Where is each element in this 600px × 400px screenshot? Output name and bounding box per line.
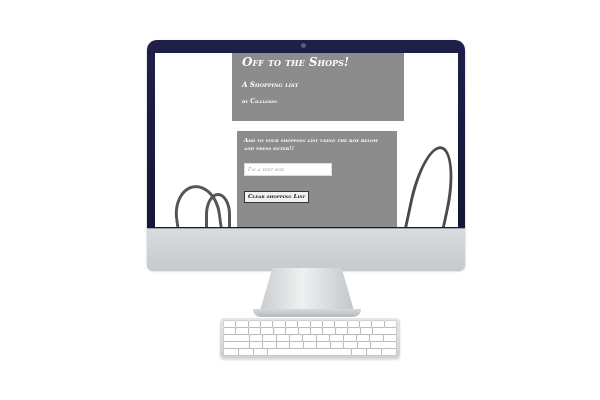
page-header: Off to the Shops! A Shopping list by Cil…	[232, 53, 404, 121]
browser-viewport: Off to the Shops! A Shopping list by Cil…	[155, 53, 458, 227]
keyboard-row	[224, 321, 397, 327]
page-title: Off to the Shops!	[242, 55, 350, 69]
monitor-stand-base	[253, 309, 361, 317]
shopping-bag-handle-icon	[396, 142, 458, 227]
keyboard-row	[224, 342, 397, 348]
keyboard-row	[224, 349, 396, 355]
keyboard-row	[224, 335, 397, 341]
shopping-item-input[interactable]	[244, 163, 332, 176]
keyboard-row	[224, 328, 396, 334]
page-subtitle: A Shopping list	[242, 80, 299, 89]
webcam-icon	[301, 43, 306, 48]
desktop-mockup: Off to the Shops! A Shopping list by Cil…	[0, 0, 600, 400]
author-credit: by Cilliandc	[242, 98, 278, 105]
keyboard	[220, 318, 400, 358]
instructions-text: Add to your shopping list using the box …	[244, 138, 379, 152]
clear-shopping-list-button[interactable]: Clear shopping List	[244, 191, 310, 203]
shopping-bag-handle-icon	[205, 193, 231, 227]
monitor-chin	[147, 228, 465, 271]
monitor-stand	[259, 268, 355, 314]
shopping-list-form: Add to your shopping list using the box …	[237, 131, 397, 227]
imac-monitor: Off to the Shops! A Shopping list by Cil…	[147, 40, 465, 271]
